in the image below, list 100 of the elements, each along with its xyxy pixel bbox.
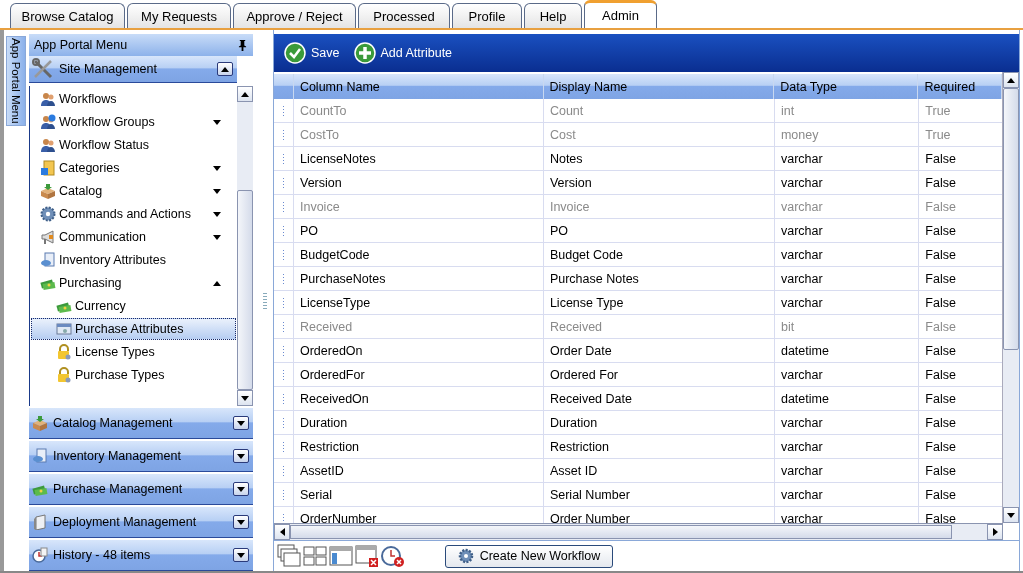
column-name-cell: LicenseType: [293, 291, 543, 314]
drag-handle-icon[interactable]: [282, 393, 285, 404]
expand-button[interactable]: [233, 482, 249, 496]
section-header[interactable]: Purchase Management: [29, 474, 253, 505]
window-close-icon[interactable]: [355, 544, 379, 568]
pin-icon[interactable]: [238, 39, 247, 51]
left-arrow-icon[interactable]: [279, 528, 285, 536]
section-header[interactable]: Catalog Management: [29, 408, 253, 439]
sidebar-item[interactable]: Workflow Groups: [31, 111, 236, 133]
drag-handle-icon[interactable]: [282, 297, 285, 308]
drag-handle-icon[interactable]: [282, 273, 285, 284]
tab[interactable]: Profile: [452, 3, 522, 28]
caret-icon[interactable]: [213, 211, 221, 217]
sidebar-item[interactable]: Purchase Types: [31, 364, 236, 386]
table-row[interactable]: OrderedOn Order Date datetime False: [274, 339, 1002, 363]
tab[interactable]: Help: [524, 3, 582, 28]
caret-icon[interactable]: [237, 519, 245, 525]
add-button[interactable]: Add Attribute: [353, 42, 453, 64]
sidebar-item[interactable]: License Types: [31, 341, 236, 363]
scroll-thumb[interactable]: [1003, 88, 1019, 350]
table-row[interactable]: ReceivedOn Received Date datetime False: [274, 387, 1002, 411]
tab[interactable]: Browse Catalog: [10, 3, 125, 28]
caret-icon[interactable]: [1007, 77, 1015, 83]
column-header[interactable]: Display Name: [543, 74, 775, 99]
drag-handle-icon[interactable]: [282, 249, 285, 260]
table-row[interactable]: PurchaseNotes Purchase Notes varchar False: [274, 267, 1002, 291]
section-header[interactable]: Inventory Management: [29, 441, 253, 472]
sidebar-item[interactable]: Commands and Actions: [31, 203, 236, 225]
window-list-icon[interactable]: [329, 545, 353, 567]
sidebar-item[interactable]: Categories: [31, 157, 236, 179]
tab[interactable]: Admin: [584, 0, 657, 28]
horizontal-scrollbar[interactable]: [274, 523, 1003, 540]
drag-handle-icon[interactable]: [282, 153, 285, 164]
table-row[interactable]: BudgetCode Budget Code varchar False: [274, 243, 1002, 267]
tab[interactable]: My Requests: [127, 3, 231, 28]
expand-button[interactable]: [233, 449, 249, 463]
sidebar-item[interactable]: Currency: [31, 295, 236, 317]
scrollbar[interactable]: [1002, 72, 1019, 523]
save-button[interactable]: Save: [284, 42, 340, 64]
sidebar-item[interactable]: Communication: [31, 226, 236, 248]
table-row[interactable]: Version Version varchar False: [274, 171, 1002, 195]
section-header[interactable]: Deployment Management: [29, 507, 253, 538]
expand-button[interactable]: [233, 416, 249, 430]
collapse-button[interactable]: [217, 62, 233, 76]
expand-button[interactable]: [233, 548, 249, 562]
caret-icon[interactable]: [213, 280, 221, 286]
expand-button[interactable]: [233, 515, 249, 529]
sidebar-item[interactable]: Inventory Attributes: [31, 249, 236, 271]
scroll-thumb[interactable]: [290, 525, 953, 539]
sidebar-item[interactable]: Workflow Status: [31, 134, 236, 156]
table-row[interactable]: PO PO varchar False: [274, 219, 1002, 243]
scroll-thumb[interactable]: [237, 190, 253, 390]
caret-icon[interactable]: [213, 234, 221, 240]
caret-icon[interactable]: [213, 165, 221, 171]
column-name-cell: LicenseNotes: [293, 147, 543, 170]
scrollbar[interactable]: [237, 86, 253, 406]
drag-handle-icon[interactable]: [282, 465, 285, 476]
caret-icon[interactable]: [237, 420, 245, 426]
drag-handle-icon[interactable]: [282, 417, 285, 428]
drag-handle-icon[interactable]: [282, 225, 285, 236]
sidebar-item[interactable]: Purchasing: [31, 272, 236, 294]
sidebar-item[interactable]: Workflows: [31, 88, 236, 110]
table-row[interactable]: OrderedFor Ordered For varchar False: [274, 363, 1002, 387]
caret-icon[interactable]: [241, 395, 249, 401]
caret-icon[interactable]: [221, 66, 229, 72]
clock-delete-icon[interactable]: [381, 544, 405, 568]
table-row[interactable]: AssetID Asset ID varchar False: [274, 459, 1002, 483]
section-header[interactable]: History - 48 items: [29, 540, 253, 571]
sidebar-item[interactable]: Catalog: [31, 180, 236, 202]
caret-icon[interactable]: [237, 453, 245, 459]
side-strip-tab[interactable]: App Portal Menu: [6, 36, 26, 126]
table-row[interactable]: Restriction Restriction varchar False: [274, 435, 1002, 459]
drag-handle-icon[interactable]: [282, 345, 285, 356]
caret-icon[interactable]: [241, 91, 249, 97]
column-header[interactable]: Column Name: [293, 74, 544, 99]
display-name-cell: Count: [542, 99, 774, 122]
table-row[interactable]: LicenseType License Type varchar False: [274, 291, 1002, 315]
table-row[interactable]: LicenseNotes Notes varchar False: [274, 147, 1002, 171]
caret-icon[interactable]: [213, 188, 221, 194]
right-arrow-icon[interactable]: [992, 528, 998, 536]
tile-windows-icon[interactable]: [303, 545, 327, 567]
sidebar-item-label: Purchasing: [59, 276, 123, 290]
section-header[interactable]: Site Management: [29, 56, 237, 83]
table-row[interactable]: Duration Duration varchar False: [274, 411, 1002, 435]
tab[interactable]: Processed: [358, 3, 450, 28]
caret-icon[interactable]: [213, 119, 221, 125]
drag-handle-icon[interactable]: [282, 369, 285, 380]
tab[interactable]: Approve / Reject: [233, 3, 356, 28]
caret-icon[interactable]: [237, 486, 245, 492]
cascade-windows-icon[interactable]: [277, 544, 301, 568]
drag-handle-icon[interactable]: [282, 489, 285, 500]
drag-handle-icon[interactable]: [282, 441, 285, 452]
required-cell: False: [918, 483, 1002, 506]
table-row[interactable]: Serial Serial Number varchar False: [274, 483, 1002, 507]
sidebar-item[interactable]: Purchase Attributes: [31, 318, 236, 340]
column-header[interactable]: Data Type: [774, 74, 919, 99]
create-workflow-button[interactable]: Create New Workflow: [445, 544, 613, 568]
caret-icon[interactable]: [237, 552, 245, 558]
drag-handle-icon[interactable]: [282, 177, 285, 188]
caret-icon[interactable]: [1007, 512, 1015, 518]
